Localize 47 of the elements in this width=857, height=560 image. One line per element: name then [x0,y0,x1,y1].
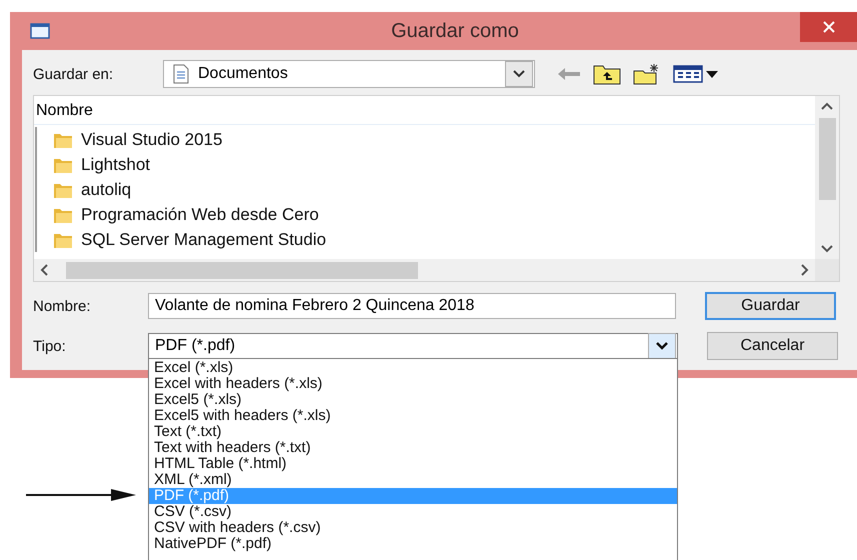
save-in-combo[interactable]: Documentos [163,60,535,88]
dropdown-button[interactable] [505,61,533,87]
horizontal-scrollbar[interactable] [34,259,815,281]
chevron-down-icon [513,70,525,78]
file-type-option[interactable]: CSV (*.csv) [149,504,677,520]
chevron-left-icon [40,264,48,276]
close-button[interactable] [800,12,857,42]
new-folder-icon[interactable] [633,63,661,85]
scrollbar-thumb[interactable] [818,118,836,200]
save-in-value: Documentos [198,65,288,83]
chevron-right-icon [801,264,809,276]
chevron-down-icon [656,342,668,350]
file-name-label: Nombre: [33,298,92,314]
file-type-option[interactable]: Excel (*.xls) [149,360,677,376]
folder-name[interactable]: Programación Web desde Cero [81,204,319,224]
file-type-option[interactable]: Excel with headers (*.xls) [149,376,677,392]
file-type-option[interactable]: Text (*.txt) [149,424,677,440]
file-type-option[interactable]: CSV with headers (*.csv) [149,520,677,536]
up-folder-icon[interactable] [593,63,621,85]
cancel-button[interactable]: Cancelar [707,332,838,360]
file-type-option[interactable]: NativePDF (*.pdf) [149,536,677,552]
file-type-select[interactable]: PDF (*.pdf) [148,332,678,360]
file-type-label: Tipo: [33,338,67,354]
folder-name[interactable]: Visual Studio 2015 [81,130,222,150]
folder-name[interactable]: autoliq [81,180,132,200]
file-type-option[interactable]: Text with headers (*.txt) [149,440,677,456]
save-in-label: Guardar en: [33,66,114,82]
document-icon [172,64,190,84]
file-type-option[interactable]: Excel5 with headers (*.xls) [149,408,677,424]
dropdown-button[interactable] [648,333,676,359]
scrollbar-thumb[interactable] [66,262,418,278]
folder-name[interactable]: Lightshot [81,154,150,174]
chevron-down-icon [821,245,833,253]
file-name-field[interactable]: Volante de nomina Febrero 2 Quincena 2018 [148,293,676,319]
view-menu-icon[interactable] [673,65,719,83]
vertical-scrollbar[interactable] [815,96,839,259]
save-button[interactable]: Guardar [705,292,836,320]
file-type-option[interactable]: Excel5 (*.xls) [149,392,677,408]
chevron-up-icon [821,102,833,110]
close-icon [822,20,836,34]
window-icon [30,23,50,39]
file-type-option[interactable]: XML (*.xml) [149,472,677,488]
column-header[interactable]: Nombre [34,96,815,125]
scrollbar-corner [815,259,839,281]
file-type-option[interactable]: HTML Table (*.html) [149,456,677,472]
window-title: Guardar como [390,20,519,42]
folder-name[interactable]: SQL Server Management Studio [81,230,326,250]
